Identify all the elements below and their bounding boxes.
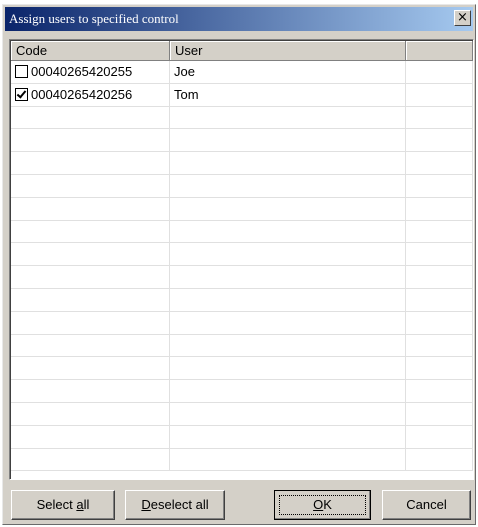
code-cell: [11, 174, 170, 197]
empty-row: [11, 220, 473, 244]
empty-row: [11, 266, 473, 289]
empty-row: [11, 197, 473, 221]
user-cell: Joe: [170, 61, 406, 83]
code-cell: [11, 243, 170, 266]
empty-row: [11, 311, 473, 335]
code-cell: [11, 152, 170, 174]
window-title: Assign users to specified control: [9, 11, 179, 26]
extra-cell: [406, 448, 473, 471]
empty-row: [11, 380, 473, 403]
code-cell: [11, 380, 170, 402]
select-all-button[interactable]: Select all: [11, 490, 115, 520]
row-checkbox[interactable]: [15, 65, 28, 78]
code-cell: [11, 129, 170, 152]
ok-button[interactable]: OK: [274, 490, 371, 520]
assign-users-dialog: Assign users to specified control × Code…: [2, 4, 476, 525]
extra-cell: [406, 334, 473, 357]
extra-cell: [406, 129, 473, 152]
table-row[interactable]: 00040265420255 Joe: [11, 61, 473, 84]
empty-row: [11, 243, 473, 267]
empty-row: [11, 129, 473, 153]
empty-row: [11, 288, 473, 312]
empty-row: [11, 106, 473, 130]
code-cell: [11, 425, 170, 448]
code-cell: [11, 311, 170, 334]
extra-cell: [406, 380, 473, 402]
extra-cell: [406, 288, 473, 311]
extra-cell: [406, 106, 473, 129]
user-cell: [170, 106, 406, 129]
code-cell: 00040265420256: [11, 83, 170, 106]
user-cell: [170, 152, 406, 174]
empty-row: [11, 152, 473, 175]
extra-cell: [406, 266, 473, 288]
empty-row: [11, 357, 473, 381]
code-cell: [11, 288, 170, 311]
row-checkbox[interactable]: [15, 87, 28, 101]
user-cell: [170, 380, 406, 402]
extra-cell: [406, 402, 473, 425]
user-cell: [170, 334, 406, 357]
table-row[interactable]: 00040265420256 Tom: [11, 83, 473, 107]
code-text: 00040265420255: [31, 64, 133, 79]
extra-cell: [406, 61, 473, 83]
user-cell: [170, 266, 406, 288]
code-cell: [11, 106, 170, 129]
code-cell: [11, 357, 170, 380]
select-all-label: Select all: [36, 497, 90, 512]
user-cell: [170, 311, 406, 334]
code-cell: [11, 448, 170, 471]
user-cell: [170, 448, 406, 471]
empty-row: [11, 448, 473, 472]
close-icon[interactable]: ×: [454, 10, 471, 26]
code-cell: [11, 402, 170, 425]
users-list[interactable]: Code User 00040265420255 Joe 0004026542025…: [9, 39, 474, 480]
deselect-all-label: Deselect all: [141, 497, 209, 512]
empty-row: [11, 402, 473, 426]
user-cell: [170, 357, 406, 380]
user-cell: [170, 288, 406, 311]
empty-row: [11, 425, 473, 449]
cancel-label: Cancel: [406, 497, 447, 512]
deselect-all-button[interactable]: Deselect all: [125, 490, 225, 520]
user-cell: [170, 174, 406, 197]
extra-cell: [406, 311, 473, 334]
extra-cell: [406, 152, 473, 174]
column-header-empty[interactable]: [406, 41, 473, 61]
user-cell: [170, 197, 406, 220]
empty-row: [11, 174, 473, 198]
user-cell: [170, 402, 406, 425]
cancel-button[interactable]: Cancel: [382, 490, 471, 520]
extra-cell: [406, 220, 473, 243]
code-cell: [11, 266, 170, 288]
extra-cell: [406, 83, 473, 106]
column-header-code[interactable]: Code: [11, 41, 170, 61]
user-cell: Tom: [170, 83, 406, 106]
list-body: 00040265420255 Joe 00040265420256 Tom: [11, 61, 473, 472]
extra-cell: [406, 174, 473, 197]
empty-row: [11, 334, 473, 358]
code-cell: [11, 197, 170, 220]
column-header-user[interactable]: User: [170, 41, 406, 61]
code-cell: 00040265420255: [11, 61, 170, 83]
list-header: Code User: [11, 41, 473, 61]
extra-cell: [406, 197, 473, 220]
user-cell: [170, 220, 406, 243]
code-text: 00040265420256: [31, 86, 133, 102]
title-bar: Assign users to specified control ×: [5, 7, 473, 31]
extra-cell: [406, 243, 473, 266]
extra-cell: [406, 357, 473, 380]
code-cell: [11, 334, 170, 357]
user-cell: [170, 425, 406, 448]
user-cell: [170, 129, 406, 152]
code-cell: [11, 220, 170, 243]
user-cell: [170, 243, 406, 266]
extra-cell: [406, 425, 473, 448]
